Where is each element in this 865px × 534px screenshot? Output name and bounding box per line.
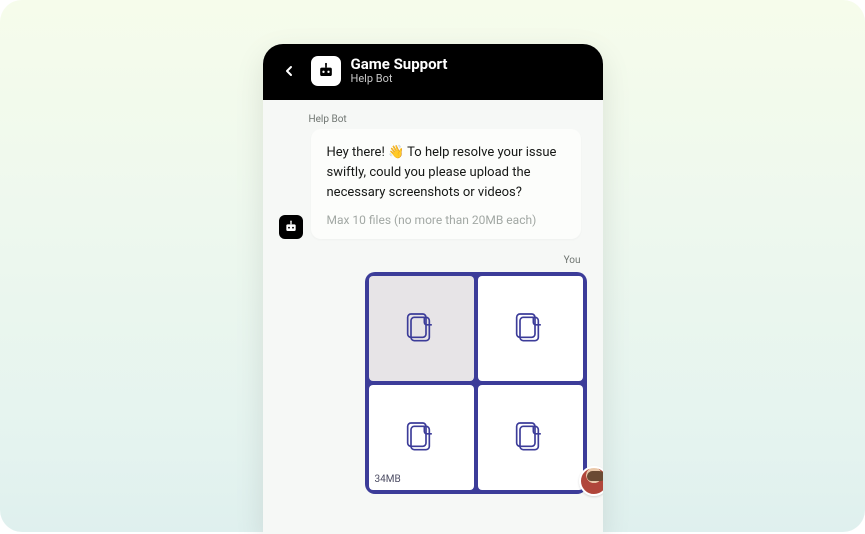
robot-icon [316,61,336,81]
app-canvas: Game Support Help Bot Help Bot Hey there… [0,0,865,532]
bot-sender-label: Help Bot [309,114,587,125]
bot-avatar [279,215,303,239]
bot-message-bubble: Hey there! 👋 To help resolve your issue … [311,129,581,239]
you-sender-label: You [279,255,581,266]
bot-message-text: Hey there! 👋 To help resolve your issue … [327,143,565,203]
file-icon [401,309,441,349]
upload-tile[interactable]: 34MB [369,385,474,490]
upload-tile[interactable] [478,276,583,381]
file-icon [510,418,550,458]
chat-window: Game Support Help Bot Help Bot Hey there… [263,44,603,534]
file-icon [510,309,550,349]
bot-message-row: Hey there! 👋 To help resolve your issue … [279,129,587,239]
chat-header: Game Support Help Bot [263,44,603,100]
header-titles: Game Support Help Bot [351,56,448,86]
upload-hint-text: Max 10 files (no more than 20MB each) [327,213,565,227]
header-subtitle: Help Bot [351,73,448,86]
upload-tile[interactable] [369,276,474,381]
user-upload-row: 34MB [279,272,587,494]
chat-body: Help Bot Hey there! 👋 To help resolve yo… [263,100,603,534]
header-title: Game Support [351,56,448,73]
robot-icon [283,219,299,235]
upload-grid[interactable]: 34MB [365,272,587,494]
upload-tile[interactable] [478,385,583,490]
chevron-left-icon [281,63,297,79]
file-size-badge: 34MB [373,473,403,486]
bot-badge [311,56,341,86]
file-icon [401,418,441,458]
back-button[interactable] [277,59,301,83]
